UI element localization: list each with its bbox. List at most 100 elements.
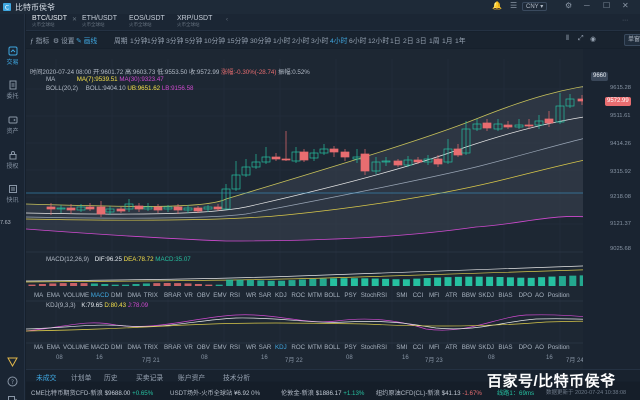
close-tab-icon[interactable]: ✕ [72, 16, 77, 23]
period-option[interactable]: 15分钟 [227, 35, 248, 45]
indicator-option[interactable]: MA [34, 292, 43, 299]
sidebar-item-order[interactable]: 委托 [0, 80, 25, 100]
draw-line-button[interactable]: ✎ 画线 [76, 35, 97, 45]
period-option[interactable]: 2日 [403, 35, 414, 45]
period-option[interactable]: 5分钟 [185, 35, 202, 45]
bottom-tab[interactable]: 计划单 [71, 372, 91, 382]
indicator-option[interactable]: AO [535, 344, 544, 351]
indicator-button[interactable]: ƒ 指标 [30, 35, 49, 45]
indicator-option[interactable]: CCI [413, 344, 424, 351]
tab-xrp-usdt[interactable]: XRP/USDT 火币全球站 [177, 15, 212, 30]
bottom-tab[interactable]: 账户资产 [178, 372, 205, 382]
currency-select[interactable]: CNY ▾ [522, 2, 548, 11]
indicator-option[interactable]: WR [246, 292, 256, 299]
camera-icon[interactable]: ◉ [590, 35, 596, 43]
sidebar-item-auth[interactable]: 授权 [0, 150, 25, 170]
price-axis[interactable]: 9660 9572.99 7.63 9615.28 9511.61 9414.26 9… [0, 49, 640, 379]
single-window-button[interactable]: 单窗口 [624, 34, 640, 46]
sidebar-item-news[interactable]: 快讯 [0, 184, 25, 204]
indicator-option[interactable]: TRIX [144, 292, 158, 299]
indicator-option[interactable]: BOLL [324, 344, 340, 351]
maximize-icon[interactable]: ☐ [603, 1, 610, 10]
indicator-option[interactable]: BOLL [324, 292, 340, 299]
bell-icon[interactable]: 🔔 [492, 1, 502, 10]
indicator-option[interactable]: ATR [445, 344, 457, 351]
sidebar-item-asset[interactable]: 资产 [0, 115, 25, 135]
tab-eos-usdt[interactable]: EOS/USDT 火币全球站 [129, 15, 165, 30]
ticker-item[interactable]: 伦敦金-新浪 $1886.17 +1.13% [281, 388, 364, 397]
period-option[interactable]: 4小时 [330, 35, 347, 45]
indicator-option[interactable]: VOLUME [63, 344, 89, 351]
indicator-option[interactable]: DPO [519, 344, 532, 351]
period-option[interactable]: 30分钟 [250, 35, 271, 45]
period-option[interactable]: 1分钟 [130, 35, 147, 45]
period-option[interactable]: 3日 [416, 35, 427, 45]
indicator-option[interactable]: SMI [396, 292, 407, 299]
indicator-option[interactable]: SAR [259, 292, 272, 299]
indicator-option[interactable]: DMA [127, 344, 141, 351]
indicator-option[interactable]: Position [548, 292, 570, 299]
period-option[interactable]: 1月 [442, 35, 453, 45]
indicator-option[interactable]: StochRSI [361, 344, 387, 351]
indicator-option[interactable]: EMA [47, 292, 60, 299]
indicator-option[interactable]: VOLUME [63, 292, 89, 299]
indicator-option[interactable]: MFI [429, 292, 440, 299]
indicator-option[interactable]: SAR [259, 344, 272, 351]
period-option[interactable]: 1日 [390, 35, 401, 45]
ticker-item[interactable]: CME比特币期货CFD-新浪 $9688.00 +0.65% [31, 388, 153, 397]
indicator-option[interactable]: VR [184, 344, 193, 351]
indicator-option[interactable]: RSI [230, 292, 240, 299]
period-option[interactable]: 1周 [429, 35, 440, 45]
exit-icon[interactable] [7, 395, 18, 400]
candlestick-chart[interactable] [26, 49, 610, 369]
period-option[interactable]: 1小时 [273, 35, 290, 45]
indicator-option[interactable]: SKDJ [478, 292, 494, 299]
indicator-option[interactable]: KDJ [275, 292, 287, 299]
indicator-option[interactable]: VR [184, 292, 193, 299]
indicator-option[interactable]: EMV [213, 344, 226, 351]
sidebar-item-trade[interactable]: 交易 [0, 46, 25, 66]
close-icon[interactable]: ✕ [622, 1, 629, 10]
indicator-option[interactable]: DMA [127, 292, 141, 299]
indicator-option[interactable]: EMA [47, 344, 60, 351]
period-option[interactable]: 1年 [455, 35, 466, 45]
bottom-tab[interactable]: 未成交 [36, 372, 56, 382]
bottom-tab[interactable]: 历史 [104, 372, 118, 382]
period-option[interactable]: 10分钟 [204, 35, 225, 45]
bottom-tab[interactable]: 技术分析 [223, 372, 250, 382]
tab-btc-usdt[interactable]: BTC/USDT 火币全球站 ✕ [32, 15, 77, 30]
period-option[interactable]: 3分钟 [166, 35, 183, 45]
indicator-option[interactable]: PSY [344, 292, 356, 299]
indicator-option[interactable]: Position [548, 344, 570, 351]
indicator-option[interactable]: MACD [91, 344, 109, 351]
indicator-option[interactable]: BRAR [164, 344, 181, 351]
indicator-option[interactable]: CCI [413, 292, 424, 299]
chart-area[interactable]: 时间2020-07-24 08:00 开:9601.72 高:9603.73 低… [26, 49, 619, 379]
period-option[interactable]: 3小时 [311, 35, 328, 45]
indicator-option[interactable]: BIAS [498, 344, 512, 351]
indicator-option[interactable]: SKDJ [478, 344, 494, 351]
indicator-option[interactable]: DMI [111, 344, 122, 351]
fullscreen-icon[interactable]: ⤢ [578, 35, 583, 43]
indicator-option[interactable]: BRAR [164, 292, 181, 299]
indicator-option[interactable]: AO [535, 292, 544, 299]
tab-eth-usdt[interactable]: ETH/USDT 火币全球站 [82, 15, 117, 30]
indicator-option[interactable]: MA [34, 344, 43, 351]
bottom-tab[interactable]: 买卖记录 [136, 372, 163, 382]
indicator-option[interactable]: WR [246, 344, 256, 351]
chart-type-icon[interactable]: ⫴ [566, 35, 569, 43]
indicator-option[interactable]: DPO [519, 292, 532, 299]
indicator-option[interactable]: RSI [230, 344, 240, 351]
period-option[interactable]: 12小时 [368, 35, 389, 45]
indicator-option[interactable]: PSY [344, 344, 356, 351]
indicator-option[interactable]: BIAS [498, 292, 512, 299]
period-option[interactable]: 1分钟 [147, 35, 164, 45]
period-option[interactable]: 6小时 [349, 35, 366, 45]
menu-icon[interactable]: ☰ [510, 1, 517, 10]
period-option[interactable]: 2小时 [292, 35, 309, 45]
indicator-option[interactable]: StochRSI [361, 292, 387, 299]
indicator-option[interactable]: DMI [111, 292, 122, 299]
vip-icon[interactable] [7, 356, 18, 367]
indicator-option[interactable]: ROC [291, 344, 305, 351]
indicator-option[interactable]: TRIX [144, 344, 158, 351]
